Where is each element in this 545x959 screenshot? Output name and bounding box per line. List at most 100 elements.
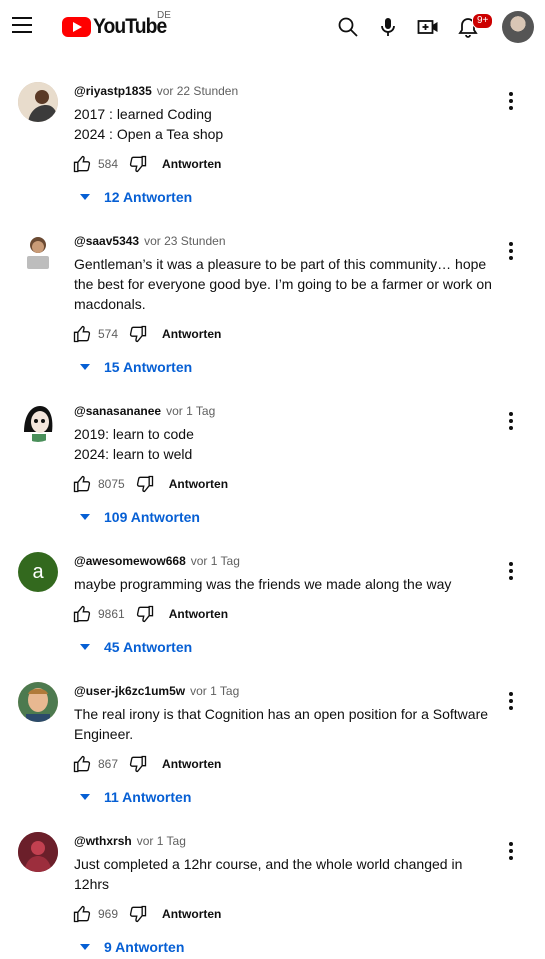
thumbs-up-icon[interactable]: [72, 754, 92, 774]
youtube-play-icon: [62, 17, 91, 37]
comment-thread: @user-jk6zc1um5w vor 1 Tag The real irony…: [0, 682, 545, 832]
more-vertical-icon[interactable]: [505, 842, 517, 862]
view-replies-button[interactable]: 15 Antworten: [80, 359, 192, 375]
comment-thread: @saav5343 vor 23 Stunden Gentleman’s it w…: [0, 232, 545, 382]
like-count: 969: [98, 907, 119, 921]
view-replies-button[interactable]: 9 Antworten: [80, 939, 184, 955]
comment-line: maybe programming was the friends we mad…: [74, 576, 452, 592]
replies-count-label: 15 Antworten: [104, 359, 193, 375]
comment-time[interactable]: vor 1 Tag: [166, 404, 215, 418]
thumbs-down-icon[interactable]: [128, 904, 148, 924]
like-count: 8075: [98, 477, 125, 491]
comment-text: Just completed a 12hr course, and the wh…: [74, 854, 474, 894]
comment-author[interactable]: @awesomewow668: [74, 554, 186, 568]
view-replies-button[interactable]: 12 Antworten: [80, 189, 192, 205]
search-icon[interactable]: [336, 15, 360, 39]
thumbs-up-icon[interactable]: [72, 904, 92, 924]
account-avatar[interactable]: [502, 11, 534, 43]
comment-line: Gentleman’s it was a pleasure to be part…: [74, 256, 492, 312]
comment-header: @sanasananee vor 1 Tag: [74, 404, 215, 418]
replies-count-label: 11 Antworten: [104, 789, 192, 805]
comment-actions: 574 Antworten: [72, 322, 221, 346]
thumbs-down-icon[interactable]: [128, 754, 148, 774]
comment-thread: @riyastp1835 vor 22 Stunden 2017 : learne…: [0, 82, 545, 232]
comment-thread: a @awesomewow668 vor 1 Tag maybe programm…: [0, 552, 545, 702]
comment-line: 2019: learn to code: [74, 426, 194, 442]
commenter-avatar[interactable]: [18, 832, 58, 872]
thumbs-down-icon[interactable]: [135, 474, 155, 494]
comment-text: maybe programming was the friends we mad…: [74, 574, 504, 594]
comment-author[interactable]: @riyastp1835: [74, 84, 152, 98]
comment-header: @riyastp1835 vor 22 Stunden: [74, 84, 238, 98]
commenter-avatar[interactable]: a: [18, 552, 58, 592]
thumbs-up-icon[interactable]: [72, 474, 92, 494]
menu-icon[interactable]: [12, 17, 32, 33]
view-replies-button[interactable]: 109 Antworten: [80, 509, 200, 525]
comment-author[interactable]: @user-jk6zc1um5w: [74, 684, 185, 698]
thumbs-up-icon[interactable]: [72, 324, 92, 344]
reply-button[interactable]: Antworten: [169, 477, 228, 491]
more-vertical-icon[interactable]: [505, 242, 517, 262]
more-vertical-icon[interactable]: [505, 412, 517, 432]
commenter-avatar[interactable]: [18, 402, 58, 442]
replies-count-label: 45 Antworten: [104, 639, 193, 655]
caret-down-icon: [80, 364, 90, 370]
comment-author[interactable]: @wthxrsh: [74, 834, 132, 848]
comment-time[interactable]: vor 1 Tag: [191, 554, 240, 568]
comment-actions: 9861 Antworten: [72, 602, 228, 626]
thumbs-up-icon[interactable]: [72, 604, 92, 624]
logo-text: YouTube: [93, 15, 167, 38]
comment-time[interactable]: vor 1 Tag: [137, 834, 186, 848]
comment-time[interactable]: vor 23 Stunden: [144, 234, 225, 248]
comment-line: 2017 : learned Coding: [74, 106, 212, 122]
reply-button[interactable]: Antworten: [169, 607, 228, 621]
comment-author[interactable]: @saav5343: [74, 234, 139, 248]
more-vertical-icon[interactable]: [505, 692, 517, 712]
comment-text: The real irony is that Cognition has an …: [74, 704, 499, 744]
view-replies-button[interactable]: 45 Antworten: [80, 639, 192, 655]
comment-actions: 584 Antworten: [72, 152, 221, 176]
comment-time[interactable]: vor 1 Tag: [190, 684, 239, 698]
caret-down-icon: [80, 944, 90, 950]
comment-header: @wthxrsh vor 1 Tag: [74, 834, 186, 848]
thumbs-down-icon[interactable]: [128, 154, 148, 174]
reply-button[interactable]: Antworten: [162, 907, 221, 921]
comment-line: 2024: learn to weld: [74, 446, 193, 462]
notification-badge: 9+: [472, 13, 494, 29]
like-count: 9861: [98, 607, 125, 621]
like-count: 574: [98, 327, 119, 341]
commenter-avatar[interactable]: [18, 232, 58, 272]
comment-thread: @sanasananee vor 1 Tag 2019: learn to cod…: [0, 402, 545, 552]
replies-count-label: 12 Antworten: [104, 189, 193, 205]
replies-count-label: 109 Antworten: [104, 509, 200, 525]
comment-thread: @wthxrsh vor 1 Tag Just completed a 12hr …: [0, 832, 545, 959]
comment-actions: 8075 Antworten: [72, 472, 228, 496]
comment-header: @saav5343 vor 23 Stunden: [74, 234, 226, 248]
comment-text: 2019: learn to code 2024: learn to weld: [74, 424, 504, 464]
caret-down-icon: [80, 644, 90, 650]
thumbs-down-icon[interactable]: [135, 604, 155, 624]
comment-author[interactable]: @sanasananee: [74, 404, 161, 418]
comment-text: 2017 : learned Coding 2024 : Open a Tea …: [74, 104, 504, 144]
commenter-avatar[interactable]: [18, 82, 58, 122]
comment-actions: 867 Antworten: [72, 752, 221, 776]
create-video-icon[interactable]: [416, 15, 440, 39]
caret-down-icon: [80, 794, 90, 800]
comment-text: Gentleman’s it was a pleasure to be part…: [74, 254, 499, 314]
view-replies-button[interactable]: 11 Antworten: [80, 789, 191, 805]
like-count: 584: [98, 157, 119, 171]
reply-button[interactable]: Antworten: [162, 157, 221, 171]
replies-count-label: 9 Antworten: [104, 939, 185, 955]
commenter-avatar[interactable]: [18, 682, 58, 722]
reply-button[interactable]: Antworten: [162, 757, 221, 771]
comment-header: @awesomewow668 vor 1 Tag: [74, 554, 240, 568]
reply-button[interactable]: Antworten: [162, 327, 221, 341]
more-vertical-icon[interactable]: [505, 92, 517, 112]
thumbs-up-icon[interactable]: [72, 154, 92, 174]
comment-time[interactable]: vor 22 Stunden: [157, 84, 238, 98]
microphone-icon[interactable]: [376, 15, 400, 39]
more-vertical-icon[interactable]: [505, 562, 517, 582]
top-app-bar: YouTube DE 9+: [0, 0, 545, 54]
thumbs-down-icon[interactable]: [128, 324, 148, 344]
avatar-letter: a: [32, 560, 44, 583]
